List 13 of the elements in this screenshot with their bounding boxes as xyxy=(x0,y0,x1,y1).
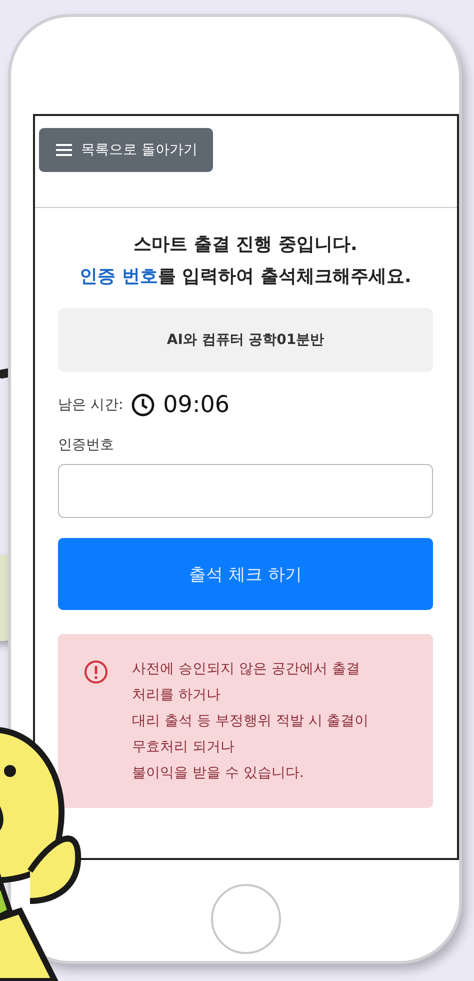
warning-text: 사전에 승인되지 않은 공간에서 출결 처리를 하거나 대리 출석 등 부정행위 적발 시 출결이 무효처리 되거나 불이익을 받을 수 있습니다. xyxy=(132,660,370,783)
heading-text: 스마트 출결 진행 중입니다. xyxy=(134,233,358,256)
back-button[interactable]: 목록으로 돌아가기 xyxy=(39,128,214,172)
instruction-text: 인증 번호를 입력하여 출석체크해주세요. xyxy=(80,265,412,288)
clock-icon xyxy=(131,393,156,417)
timer-value: 09:06 xyxy=(163,392,230,418)
input-field[interactable] xyxy=(58,464,433,518)
menu-icon xyxy=(55,143,73,157)
field-label: 인증번호 xyxy=(58,436,115,454)
alert-icon xyxy=(84,660,108,684)
submit-button[interactable]: 출석 체크 하기 xyxy=(58,538,433,610)
timer-label: 남은 시간: xyxy=(58,396,124,414)
course-name: AI와 컴퓨터 공학01분반 xyxy=(58,308,433,372)
